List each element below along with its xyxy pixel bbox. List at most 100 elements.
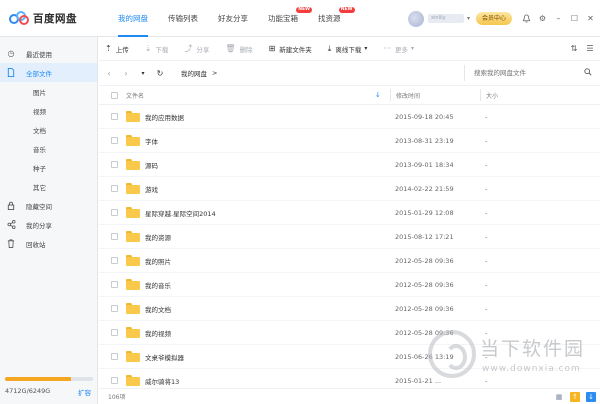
- avatar[interactable]: [407, 10, 424, 27]
- file-name-cell[interactable]: 源码: [126, 159, 395, 170]
- gear-icon[interactable]: ⚙: [536, 12, 549, 25]
- file-name-cell[interactable]: 文桌爷模拟器: [126, 351, 395, 362]
- sidebar-item-hidden-space[interactable]: 隐藏空间: [0, 196, 97, 215]
- breadcrumb[interactable]: 我的网盘: [181, 68, 207, 78]
- file-name-cell[interactable]: 星际穿越.星际空间2014: [126, 207, 395, 218]
- bell-icon[interactable]: [520, 12, 533, 25]
- table-row[interactable]: 星际穿越.星际空间2014 2015-01-29 12:08 -: [99, 201, 600, 225]
- row-checkbox[interactable]: [111, 281, 118, 288]
- table-row[interactable]: 字体 2013-08-31 23:19 -: [99, 129, 600, 153]
- vip-center-button[interactable]: 会员中心: [475, 12, 512, 25]
- back-icon[interactable]: ‹: [105, 69, 113, 78]
- search-input[interactable]: [474, 69, 574, 77]
- sort-arrow-icon[interactable]: ↓: [375, 91, 381, 99]
- column-header-size[interactable]: 大小: [486, 91, 498, 100]
- chevron-down-icon[interactable]: ▾: [467, 15, 470, 22]
- share-button[interactable]: ⤴ 分享: [184, 43, 209, 54]
- file-name[interactable]: 我的音乐: [145, 280, 171, 290]
- sidebar-item-all-files[interactable]: 全部文件: [0, 63, 97, 82]
- sidebar-item-torrents[interactable]: 种子: [0, 158, 97, 177]
- table-row[interactable]: 我的文档 2012-05-28 09:36 -: [99, 297, 600, 321]
- file-name[interactable]: 游戏: [145, 184, 158, 194]
- row-checkbox[interactable]: [111, 377, 118, 384]
- sidebar-item-recent[interactable]: ◷ 最近使用: [0, 44, 97, 63]
- expand-storage-link[interactable]: 扩容: [78, 387, 91, 397]
- row-checkbox[interactable]: [111, 209, 118, 216]
- sort-icon[interactable]: ⇅: [568, 42, 580, 54]
- sidebar-item-music[interactable]: 音乐: [0, 139, 97, 158]
- cloud-logo-icon: [9, 11, 29, 25]
- nav-transfer-list[interactable]: 传输列表: [158, 0, 208, 37]
- file-name[interactable]: 我的文档: [145, 304, 171, 314]
- more-button[interactable]: ··· 更多 ▾: [383, 44, 414, 54]
- path-dropdown-icon[interactable]: ▾: [139, 70, 147, 77]
- file-name[interactable]: 我的应用数据: [145, 112, 184, 122]
- file-name-cell[interactable]: 我的照片: [126, 255, 395, 266]
- download-status-icon[interactable]: ↓: [586, 392, 596, 402]
- file-name-cell[interactable]: 威尔骑将13: [126, 375, 395, 386]
- table-row[interactable]: 我的应用数据 2015-09-18 20:45 -: [99, 105, 600, 129]
- file-name-cell[interactable]: 我的音乐: [126, 279, 395, 290]
- file-name[interactable]: 我的资源: [145, 232, 171, 242]
- file-name-cell[interactable]: 我的资源: [126, 231, 395, 242]
- delete-button[interactable]: 🗑 删除: [225, 44, 252, 54]
- minimize-icon[interactable]: –: [552, 12, 565, 25]
- file-name[interactable]: 字体: [145, 136, 158, 146]
- table-row[interactable]: 源码 2013-09-01 18:34 -: [99, 153, 600, 177]
- file-name-cell[interactable]: 我的文档: [126, 303, 395, 314]
- file-name[interactable]: 我的视频: [145, 328, 171, 338]
- file-name[interactable]: 源码: [145, 160, 158, 170]
- column-header-time[interactable]: 修改时间: [396, 91, 480, 100]
- file-name-cell[interactable]: 我的应用数据: [126, 111, 395, 122]
- list-view-icon[interactable]: ☰: [584, 42, 596, 54]
- sidebar-item-other[interactable]: 其它: [0, 177, 97, 196]
- app-logo[interactable]: 百度网盘: [0, 11, 100, 26]
- upload-button[interactable]: ⇡ 上传: [105, 44, 129, 54]
- row-checkbox[interactable]: [111, 185, 118, 192]
- sidebar-item-my-shares[interactable]: 我的分享: [0, 215, 97, 234]
- nav-toolbox[interactable]: 功能宝箱 NEW: [258, 0, 312, 37]
- table-row[interactable]: 我的音乐 2012-05-28 09:36 -: [99, 273, 600, 297]
- row-checkbox[interactable]: [111, 353, 118, 360]
- file-name-cell[interactable]: 游戏: [126, 183, 395, 194]
- sidebar-item-videos[interactable]: 视频: [0, 101, 97, 120]
- sidebar-item-label: 回收站: [26, 240, 46, 249]
- nav-my-disk[interactable]: 我的网盘: [108, 0, 158, 37]
- table-row[interactable]: 我的资源 2015-08-12 17:21 -: [99, 225, 600, 249]
- grid-view-icon[interactable]: ▦: [554, 392, 564, 402]
- maximize-icon[interactable]: ☐: [568, 12, 581, 25]
- close-icon[interactable]: ✕: [584, 12, 597, 25]
- refresh-icon[interactable]: ↻: [156, 69, 164, 78]
- table-row[interactable]: 游戏 2014-02-22 21:59 -: [99, 177, 600, 201]
- row-checkbox[interactable]: [111, 161, 118, 168]
- new-folder-button[interactable]: ⊞ 新建文件夹: [269, 44, 312, 54]
- search-icon[interactable]: [584, 68, 592, 78]
- select-all-checkbox[interactable]: [111, 91, 118, 99]
- file-name[interactable]: 文桌爷模拟器: [145, 352, 184, 362]
- username[interactable]: xinlily: [427, 14, 464, 23]
- modified-time: 2012-05-28 09:36: [395, 304, 454, 313]
- table-row[interactable]: 我的照片 2012-05-28 09:36 -: [99, 249, 600, 273]
- file-name[interactable]: 我的照片: [145, 256, 171, 266]
- sidebar-item-documents[interactable]: 文档: [0, 120, 97, 139]
- file-name-cell[interactable]: 字体: [126, 135, 395, 146]
- upload-status-icon[interactable]: ↑: [570, 392, 580, 402]
- row-checkbox[interactable]: [111, 329, 118, 336]
- file-size: -: [485, 280, 488, 289]
- row-checkbox[interactable]: [111, 233, 118, 240]
- forward-icon[interactable]: ›: [122, 69, 130, 78]
- file-name[interactable]: 星际穿越.星际空间2014: [145, 208, 216, 218]
- nav-friend-share[interactable]: 好友分享: [208, 0, 258, 37]
- sidebar-item-recycle-bin[interactable]: 回收站: [0, 234, 97, 253]
- file-name[interactable]: 威尔骑将13: [145, 376, 179, 386]
- sidebar-item-images[interactable]: 图片: [0, 82, 97, 101]
- column-header-name[interactable]: 文件名: [126, 91, 390, 100]
- nav-find-resources[interactable]: 找资源 NEW: [308, 0, 355, 37]
- row-checkbox[interactable]: [111, 305, 118, 312]
- row-checkbox[interactable]: [111, 113, 118, 120]
- row-checkbox[interactable]: [111, 137, 118, 144]
- file-name-cell[interactable]: 我的视频: [126, 327, 395, 338]
- download-button[interactable]: ⇣ 下载: [145, 44, 169, 54]
- row-checkbox[interactable]: [111, 257, 118, 264]
- offline-download-button[interactable]: ⤓ 离线下载 ▾: [328, 44, 368, 54]
